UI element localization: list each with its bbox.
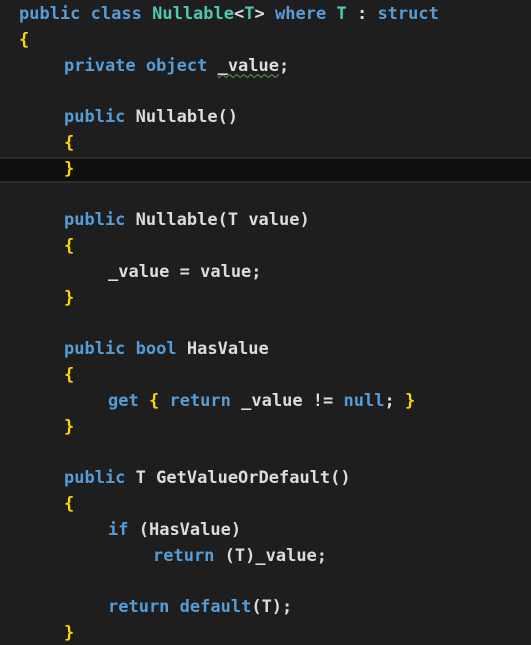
keyword-get: get: [108, 390, 139, 411]
semicolon: ;: [384, 390, 395, 411]
keyword-public: public: [19, 4, 81, 24]
keyword-struct: struct: [377, 4, 439, 24]
code-line-brace-open[interactable]: {: [0, 234, 531, 260]
code-line-class-open[interactable]: {: [0, 28, 531, 54]
brace-open: {: [64, 132, 75, 153]
return-expression: (T)_value;: [224, 545, 328, 566]
keyword-default: default: [179, 597, 252, 618]
code-line-return-default[interactable]: return default(T);: [0, 595, 531, 621]
constraint-type-param: T: [336, 4, 347, 24]
if-condition: (HasValue): [138, 519, 242, 540]
keyword-null: null: [343, 390, 385, 411]
code-line-brace-open[interactable]: {: [0, 492, 531, 518]
keyword-public: public: [64, 107, 126, 128]
code-line-if[interactable]: if (HasValue): [0, 518, 531, 544]
code-editor[interactable]: public class Nullable<T> where T : struc…: [0, 0, 531, 645]
code-line-brace-open[interactable]: {: [0, 363, 531, 389]
code-line-ctor-value[interactable]: public Nullable(T value): [0, 208, 531, 234]
field-name-warning[interactable]: _value: [218, 56, 279, 76]
property-name: HasValue: [186, 339, 269, 360]
brace-open: {: [64, 365, 75, 386]
brace-open: {: [64, 494, 75, 515]
code-line-method[interactable]: public T GetValueOrDefault(): [0, 466, 531, 492]
code-line-blank[interactable]: [0, 79, 531, 105]
parens: (): [217, 107, 239, 128]
code-line-current[interactable]: }: [0, 156, 531, 183]
constraint-colon: :: [356, 4, 368, 24]
generic-open: <: [234, 4, 245, 24]
code-line-blank[interactable]: [0, 441, 531, 467]
brace-close: }: [404, 390, 416, 411]
code-line-property[interactable]: public bool HasValue: [0, 337, 531, 363]
brace-open: {: [64, 236, 75, 257]
keyword-private: private: [64, 55, 136, 76]
keyword-public: public: [64, 468, 126, 489]
semicolon: ;: [279, 55, 290, 76]
code-line-brace-open[interactable]: {: [0, 131, 531, 157]
brace-close: }: [64, 287, 75, 308]
keyword-object: object: [145, 55, 208, 76]
code-line-brace-close[interactable]: }: [0, 286, 531, 312]
code-area[interactable]: public class Nullable<T> where T : struc…: [0, 2, 531, 645]
keyword-class: class: [90, 4, 142, 24]
param-type: T: [227, 210, 239, 231]
code-line-return-value[interactable]: return (T)_value;: [0, 544, 531, 570]
code-line-getter[interactable]: get { return _value != null; }: [0, 389, 531, 415]
paren-close: ): [299, 210, 310, 231]
brace-close: }: [64, 416, 75, 437]
code-line-blank[interactable]: [0, 183, 531, 209]
keyword-public: public: [64, 339, 126, 360]
return-type: T: [135, 468, 146, 489]
code-line-blank[interactable]: [0, 312, 531, 338]
default-args: (T);: [251, 597, 293, 618]
paren-open: (: [217, 210, 228, 231]
brace-close: }: [64, 623, 75, 644]
keyword-return: return: [169, 390, 231, 411]
code-line-class-declaration[interactable]: public class Nullable<T> where T : struc…: [0, 2, 531, 28]
comparison-expression: _value !=: [241, 390, 334, 411]
brace-open: {: [148, 390, 160, 411]
code-line-brace-close[interactable]: }: [0, 415, 531, 441]
brace-open: {: [19, 29, 30, 50]
keyword-bool: bool: [135, 339, 177, 360]
code-line-blank[interactable]: [0, 570, 531, 596]
class-name: Nullable: [152, 4, 234, 24]
keyword-where: where: [275, 4, 327, 24]
keyword-if: if: [108, 519, 129, 540]
type-param: T: [244, 4, 255, 24]
brace-close: }: [64, 158, 75, 179]
keyword-public: public: [64, 210, 126, 231]
method-name: GetValueOrDefault: [156, 468, 331, 489]
param-name: value: [248, 210, 300, 231]
ctor-name: Nullable: [135, 107, 218, 128]
ctor-name: Nullable: [135, 210, 218, 231]
keyword-return: return: [153, 545, 215, 566]
code-line-brace-close[interactable]: }: [0, 621, 531, 645]
assignment-statement: _value = value;: [108, 261, 262, 282]
keyword-return: return: [108, 597, 170, 618]
generic-close: >: [254, 4, 265, 24]
code-line-assignment[interactable]: _value = value;: [0, 260, 531, 286]
code-line-field[interactable]: private object _value;: [0, 54, 531, 80]
parens: (): [330, 468, 351, 489]
code-line-ctor-default[interactable]: public Nullable(): [0, 105, 531, 131]
